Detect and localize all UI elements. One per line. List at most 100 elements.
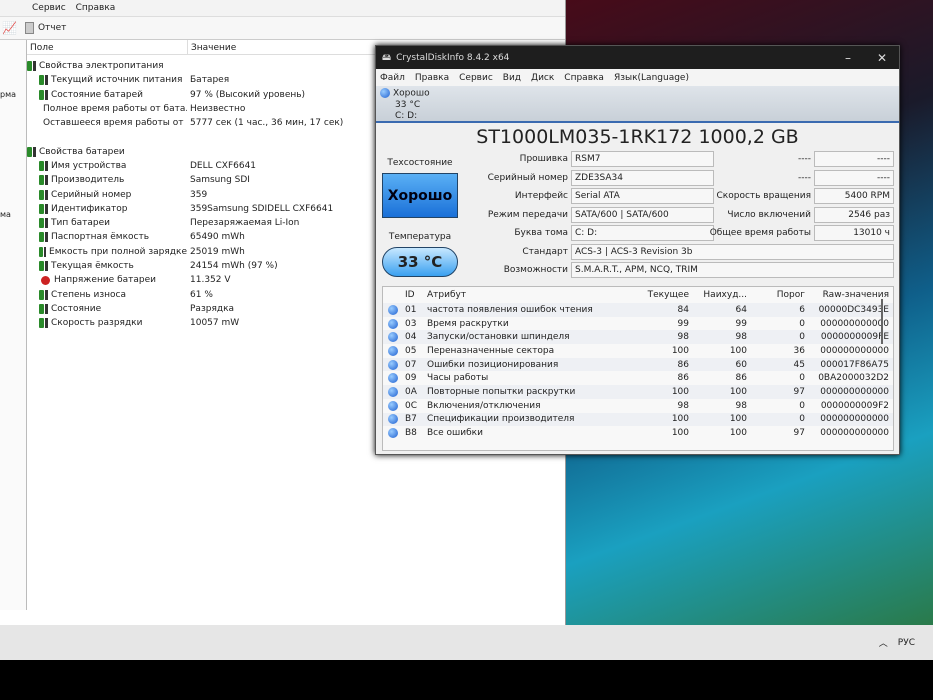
field-value: Батарея xyxy=(190,75,230,86)
field-name: Состояние батарей xyxy=(51,89,143,100)
field-value: ---- xyxy=(814,169,894,186)
tree-item[interactable]: рма xyxy=(0,90,16,99)
voltage-icon xyxy=(41,275,50,285)
status-dot-icon xyxy=(387,345,398,356)
battery-icon xyxy=(39,160,44,171)
scrollbar[interactable] xyxy=(881,299,883,344)
menu-item[interactable]: Вид xyxy=(503,73,521,83)
table-cell: 98 xyxy=(677,332,689,343)
table-cell: 04 xyxy=(405,332,417,343)
table-cell: 100 xyxy=(729,428,747,439)
navigation-tree[interactable]: рма ма xyxy=(0,40,27,610)
status-dot-icon xyxy=(387,373,398,384)
table-cell: 0A xyxy=(405,386,417,397)
table-cell: 100 xyxy=(671,414,689,425)
table-cell: 07 xyxy=(405,359,417,370)
menu-item[interactable]: Справка xyxy=(564,73,604,83)
field-cell: Полное время работы от бата... xyxy=(27,104,187,114)
field-value: Неизвестно xyxy=(190,104,246,115)
table-row[interactable]: 0A Повторные попытки раскрутки 100 100 97 000… xyxy=(383,385,893,399)
temperature-label: Температура xyxy=(388,232,452,242)
table-row[interactable]: B8 Все ошибки 100 100 97 000000000000 xyxy=(383,426,893,440)
table-cell: Запуски/остановки шпинделя xyxy=(427,332,570,343)
plug-icon xyxy=(43,246,47,257)
table-row[interactable]: 07 Ошибки позиционирования 86 60 45 000017F86… xyxy=(383,357,893,372)
menu-service[interactable]: Сервис xyxy=(32,3,66,13)
field-value: 359 xyxy=(190,189,208,200)
table-cell: 100 xyxy=(671,345,689,356)
table-row[interactable]: 05 Переназначенные сектора 100 100 36 0000000… xyxy=(383,344,893,358)
column-header[interactable]: Текущее xyxy=(607,290,689,300)
field-name: Полное время работы от бата... xyxy=(43,104,187,115)
column-value[interactable]: Значение xyxy=(187,40,239,54)
table-cell: 0C xyxy=(405,400,418,411)
column-header[interactable]: Raw-значения xyxy=(805,290,889,300)
table-row[interactable]: 03 Время раскрутки 99 99 0 000000000000 xyxy=(383,317,893,331)
drive-model: ST1000LM035-1RK172 1000,2 GB xyxy=(476,126,799,148)
status-cell xyxy=(383,318,405,329)
close-button[interactable]: ✕ xyxy=(877,51,887,65)
field-cell: Емкость при полной зарядке xyxy=(27,246,187,257)
status-cell xyxy=(383,373,405,384)
minimize-button[interactable]: – xyxy=(845,51,851,65)
field-cell: Состояние xyxy=(27,303,187,314)
table-row[interactable]: 09 Часы работы 86 86 0 0BA2000032D2 xyxy=(383,371,893,385)
column-header[interactable]: Атрибут xyxy=(427,290,607,300)
menu-item[interactable]: Правка xyxy=(415,73,449,83)
field-value: 13010 ч xyxy=(814,225,894,241)
report-button[interactable]: Отчет xyxy=(24,22,66,34)
table-row[interactable]: 0C Включения/отключения 98 98 0 0000000009F2 xyxy=(383,399,893,413)
plug-icon xyxy=(45,261,48,271)
table-cell: B7 xyxy=(405,414,417,425)
table-cell: 000000000000 xyxy=(820,386,889,397)
drive-tab[interactable]: Хорошо 33 °C C: D: xyxy=(376,86,899,123)
column-header[interactable]: Порог xyxy=(747,290,805,300)
menu-item[interactable]: Файл xyxy=(380,73,405,83)
chart-icon[interactable]: 📈 xyxy=(2,21,17,35)
column-header[interactable]: ID xyxy=(405,290,427,300)
table-cell: 0 xyxy=(799,400,805,411)
table-cell: Часы работы xyxy=(427,373,489,384)
table-cell: 45 xyxy=(793,359,805,370)
column-header[interactable]: Наихуд... xyxy=(689,290,747,300)
health-label: Техсостояние xyxy=(387,158,453,168)
tree-item[interactable]: ма xyxy=(0,210,11,219)
menu-help[interactable]: Справка xyxy=(76,3,116,13)
field-cell: Напряжение батареи xyxy=(27,275,187,285)
smart-table: ID Атрибут Текущее Наихуд... Порог Raw-значен… xyxy=(382,286,894,451)
field-name: Идентификатор xyxy=(51,203,128,214)
field-cell: Оставшееся время работы от ... xyxy=(27,118,187,128)
table-cell: 64 xyxy=(735,304,747,315)
table-cell: B8 xyxy=(405,428,417,439)
battery-icon xyxy=(39,289,44,300)
table-cell: 100 xyxy=(729,345,747,356)
status-dot-icon xyxy=(387,400,398,411)
menu-bar: Файл Правка Сервис Вид Диск Справка Язык(Langu… xyxy=(376,69,899,86)
field-value: 97 % (Высокий уровень) xyxy=(190,89,306,100)
language-indicator[interactable]: РУС xyxy=(898,638,915,648)
field-cell: Состояние батарей xyxy=(27,89,187,100)
table-cell: 86 xyxy=(735,373,747,384)
field-cell: Скорость разрядки xyxy=(27,318,187,329)
field-cell: Паспортная ёмкость xyxy=(27,232,187,243)
table-cell: 05 xyxy=(405,345,417,356)
table-row[interactable]: B7 Спецификации производителя 100 100 0 00000… xyxy=(383,412,893,427)
column-field[interactable]: Поле xyxy=(27,40,187,54)
table-cell: 000000000000 xyxy=(820,345,889,356)
field-value: Перезаряжаемая Li-Ion xyxy=(190,218,300,229)
health-status-button[interactable]: Хорошо xyxy=(382,173,458,218)
table-cell: Спецификации производителя xyxy=(427,414,575,425)
table-row[interactable]: 01 частота появления ошибок чтения 84 64 6 00… xyxy=(383,303,893,317)
battery-icon xyxy=(39,232,44,243)
field-cell: Идентификатор xyxy=(27,203,187,214)
chevron-up-icon[interactable]: ︿ xyxy=(879,636,888,649)
menu-item[interactable]: Диск xyxy=(531,73,554,83)
table-cell: 99 xyxy=(735,318,747,329)
field-value: ---- xyxy=(814,151,894,167)
menu-item[interactable]: Язык(Language) xyxy=(614,73,689,83)
table-row[interactable]: 04 Запуски/остановки шпинделя 98 98 0 0000000… xyxy=(383,330,893,345)
field-value: 10057 mW xyxy=(190,318,240,329)
drive-temp: 33 °C xyxy=(395,99,421,110)
menu-item[interactable]: Сервис xyxy=(459,73,493,83)
field-cell: Текущий источник питания xyxy=(27,75,187,86)
